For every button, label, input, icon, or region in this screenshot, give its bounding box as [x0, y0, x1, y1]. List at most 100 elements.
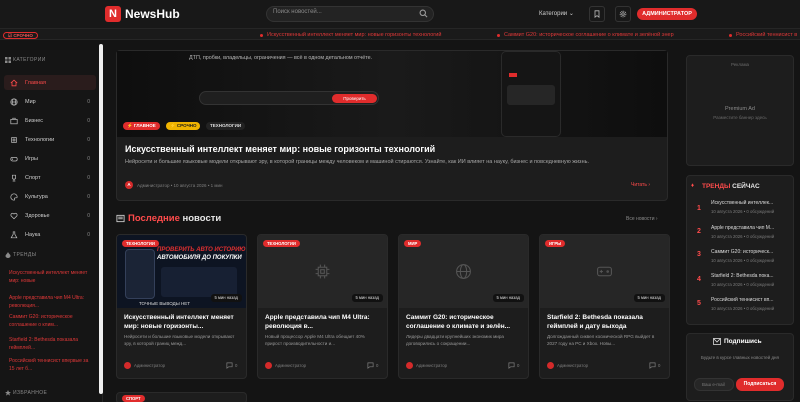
ticker-item[interactable]: Саммит G20: историческое соглашение о кл…	[504, 32, 674, 38]
card-tag: МИР	[404, 240, 422, 247]
trend-rank: 4	[697, 276, 701, 283]
sidebar-item-count: 0	[87, 232, 90, 238]
sidebar-item-count: 0	[87, 118, 90, 124]
promo-line: АВТОМОБИЛЯ ДО ПОКУПКИ	[157, 255, 242, 261]
sidebar-item-label: Технологии	[25, 137, 55, 143]
comment-count: 0	[235, 363, 238, 368]
card-tag: ТЕХНОЛОГИИ	[122, 240, 159, 247]
trophy-icon	[10, 174, 18, 182]
news-card[interactable]: МИР 5 мин назад Саммит G20: историческое…	[398, 234, 529, 379]
hero-preview-button: Проверить	[332, 94, 377, 103]
ticker-item[interactable]: Искусственный интеллект меняет мир: новы…	[267, 32, 441, 38]
phone-logo	[509, 73, 517, 77]
card-title[interactable]: Искусственный интеллект меняет мир: новы…	[124, 313, 242, 331]
urgent-badge: ☑ СРОЧНО	[3, 32, 38, 39]
flame-icon: ♦	[691, 183, 695, 189]
read-more-link[interactable]: Читать ›	[631, 182, 650, 188]
tag-tech: ТЕХНОЛОГИИ	[206, 122, 246, 130]
chevron-down-icon: ⌄	[568, 11, 574, 17]
card-tag: СПОРТ	[122, 395, 145, 402]
ad-label: Реклама	[731, 62, 750, 67]
card-time: 5 мин назад	[633, 294, 665, 302]
grid-icon	[5, 57, 11, 63]
gear-icon[interactable]	[615, 6, 631, 22]
logo-icon[interactable]: N	[105, 6, 121, 22]
trend-title[interactable]: Apple представила чип M...	[711, 225, 791, 232]
read-time: 1 мин	[210, 183, 223, 188]
search-icon[interactable]	[419, 9, 428, 18]
comment-icon	[649, 362, 656, 369]
trend-link[interactable]: Российский теннисист впервые за 15 лет б…	[9, 358, 95, 373]
sidebar-item-label: Спорт	[25, 175, 41, 181]
trending-rest: СЕЙЧАС	[732, 183, 760, 190]
trending-heading: ТРЕНДЫ СЕЙЧАС	[702, 183, 760, 190]
avatar	[406, 362, 413, 369]
comment-icon	[367, 362, 374, 369]
card-title[interactable]: Apple представила чип M4 Ultra: революци…	[265, 313, 383, 331]
bolt-icon: ⚡	[170, 123, 176, 128]
globe-icon	[455, 263, 472, 280]
flame-icon	[5, 252, 11, 258]
urgent-label: СРОЧНО	[13, 33, 33, 38]
sidebar-item-label: Главная	[25, 80, 46, 86]
trend-link[interactable]: Саммит G20: историческое соглашение о кл…	[9, 314, 95, 329]
trend-title[interactable]: Саммит G20: историческ...	[711, 249, 791, 256]
briefcase-icon	[10, 117, 18, 125]
subscribe-button[interactable]: Подписаться	[736, 378, 784, 391]
sidebar-item-label: Здоровье	[25, 213, 50, 219]
card-desc: Долгожданный сиквел космической RPG выйд…	[547, 334, 655, 346]
categories-label: Категории	[539, 11, 568, 17]
card-author: Администратор	[557, 363, 589, 368]
sidebar-scrollbar[interactable]	[99, 44, 103, 394]
news-card[interactable]: ТЕХНОЛОГИИ 5 мин назад Apple представила…	[257, 234, 388, 379]
trend-title[interactable]: Starfield 2: Bethesda пока...	[711, 273, 791, 280]
trend-meta: 10 августа 2026 • 0 обсуждений	[711, 282, 775, 287]
brand-name[interactable]: NewsHub	[125, 7, 180, 21]
sidebar-item-count: 0	[87, 99, 90, 105]
card-title[interactable]: Саммит G20: историческое соглашение о кл…	[406, 313, 524, 331]
promo-line: ПРОВЕРИТЬ АВТО ИСТОРИЮ	[157, 247, 246, 253]
trend-title[interactable]: Российский теннисист вп...	[711, 297, 791, 304]
sidebar-item-count: 0	[87, 137, 90, 143]
all-news-link[interactable]: Все новости ›	[626, 216, 658, 222]
hero-description: Нейросети и большие языковые модели откр…	[125, 159, 590, 165]
admin-button[interactable]: АДМИНИСТРАТОР	[637, 8, 697, 20]
card-tag: ТЕХНОЛОГИИ	[263, 240, 300, 247]
bookmark-icon[interactable]	[589, 6, 605, 22]
card-title[interactable]: Starfield 2: Bethesda показала геймплей …	[547, 313, 665, 331]
trend-title[interactable]: Искусственный интеллек...	[711, 200, 791, 207]
card-tag: ИГРЫ	[545, 240, 566, 247]
trending-accent: ТРЕНДЫ	[702, 183, 731, 190]
card-desc: Нейросети и большие языковые модели откр…	[124, 334, 235, 346]
news-card[interactable]: ПРОВЕРИТЬ АВТО ИСТОРИЮ АВТОМОБИЛЯ ДО ПОК…	[116, 234, 247, 379]
card-desc: Лидеры двадцати крупнейших экономик мира…	[406, 334, 504, 346]
publish-date: 10 августа 2026	[173, 183, 207, 188]
tag-main: ⚡ ГЛАВНОЕ	[123, 122, 160, 130]
card-author: Администратор	[275, 363, 307, 368]
newspaper-icon	[116, 214, 125, 223]
hero-meta: Администратор • 10 августа 2026 • 1 мин	[137, 183, 223, 188]
categories-heading: КАТЕГОРИИ	[13, 57, 46, 63]
sidebar-item-label: Игры	[25, 156, 38, 162]
globe-icon	[10, 98, 18, 106]
news-card[interactable]: ИГРЫ 5 мин назад Starfield 2: Bethesda п…	[539, 234, 670, 379]
ticker-item[interactable]: Российский теннисист в	[736, 32, 797, 38]
trend-rank: 1	[697, 205, 701, 212]
trend-link[interactable]: Starfield 2: Bethesda показала геймплей.…	[9, 337, 95, 352]
hero-title[interactable]: Искусственный интеллект меняет мир: новы…	[125, 144, 435, 154]
trend-link[interactable]: Apple представила чип M4 Ultra: революци…	[9, 295, 95, 310]
search-placeholder: Поиск новостей...	[273, 9, 322, 15]
car-image	[507, 85, 555, 105]
gamepad-icon	[596, 263, 613, 280]
avatar	[124, 362, 131, 369]
trend-meta: 10 августа 2026 • 0 обсуждений	[711, 209, 775, 214]
card-author: Администратор	[134, 363, 166, 368]
gamepad-icon	[10, 155, 18, 163]
avatar: А	[125, 181, 133, 189]
trend-rank: 3	[697, 251, 701, 258]
comment-count: 0	[376, 363, 379, 368]
categories-dropdown[interactable]: Категории ⌄	[539, 10, 574, 17]
author-name: Администратор	[137, 183, 170, 188]
ticker-dot	[260, 34, 263, 37]
trend-link[interactable]: Искусственный интеллект меняет мир: новы…	[9, 270, 95, 285]
